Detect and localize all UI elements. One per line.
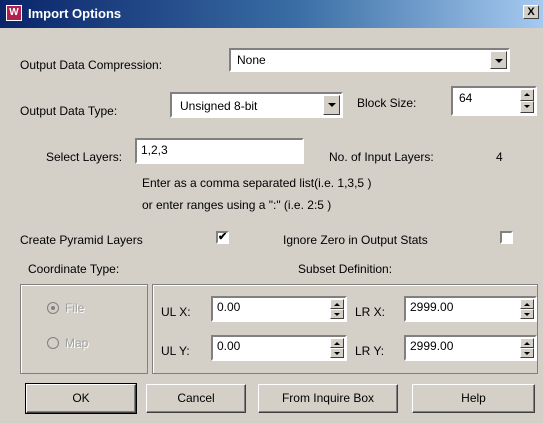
- ulx-value: 0.00: [217, 300, 241, 314]
- subset-definition-group: UL X: 0.00 LR X: 2999.00 UL Y: 0.00 LR Y…: [152, 284, 538, 374]
- pyramid-checkbox[interactable]: ✔: [216, 231, 229, 244]
- input-layers-label: No. of Input Layers:: [329, 150, 434, 164]
- lry-value: 2999.00: [410, 339, 454, 353]
- select-layers-label: Select Layers:: [46, 150, 123, 164]
- spin-down-icon[interactable]: [330, 348, 344, 358]
- app-icon: W: [6, 5, 22, 21]
- radio-file[interactable]: [47, 302, 59, 314]
- lrx-spin-buttons[interactable]: [520, 299, 534, 319]
- pyramid-label: Create Pyramid Layers: [20, 233, 143, 247]
- spin-up-icon[interactable]: [520, 89, 534, 101]
- compression-dropdown-icon[interactable]: [490, 51, 507, 69]
- uly-label: UL Y:: [161, 344, 190, 358]
- layers-hint-2: or enter ranges using a ":" (i.e. 2:5 ): [142, 198, 332, 212]
- spin-up-icon[interactable]: [520, 299, 534, 309]
- uly-value: 0.00: [217, 339, 241, 353]
- radio-file-label: File: [65, 301, 85, 315]
- data-type-value: Unsigned 8-bit: [180, 99, 258, 113]
- spin-up-icon[interactable]: [520, 338, 534, 348]
- compression-label: Output Data Compression:: [20, 58, 163, 72]
- ignore-zero-label: Ignore Zero in Output Stats: [283, 233, 428, 247]
- spin-up-icon[interactable]: [330, 338, 344, 348]
- data-type-dropdown-icon[interactable]: [323, 95, 340, 115]
- help-button[interactable]: Help: [412, 384, 535, 413]
- lry-label: LR Y:: [355, 344, 385, 358]
- block-size-spinner[interactable]: 64: [451, 86, 537, 116]
- cancel-button[interactable]: Cancel: [146, 384, 246, 413]
- spin-up-icon[interactable]: [330, 299, 344, 309]
- window-title: Import Options: [28, 6, 122, 21]
- subset-definition-label: Subset Definition:: [298, 262, 393, 276]
- uly-spinner[interactable]: 0.00: [211, 335, 347, 361]
- radio-map-label: Map: [65, 336, 89, 350]
- ok-button[interactable]: OK: [25, 383, 137, 414]
- lry-spin-buttons[interactable]: [520, 338, 534, 358]
- input-layers-count: 4: [496, 150, 503, 164]
- compression-select[interactable]: None: [229, 48, 510, 72]
- import-options-dialog: W Import Options X Output Data Compressi…: [0, 0, 543, 423]
- block-size-label: Block Size:: [357, 96, 417, 110]
- spin-down-icon[interactable]: [330, 309, 344, 319]
- select-layers-input[interactable]: 1,2,3: [135, 138, 304, 164]
- lrx-label: LR X:: [355, 305, 386, 319]
- select-layers-value: 1,2,3: [141, 143, 168, 157]
- ignore-zero-checkbox[interactable]: [500, 231, 513, 244]
- compression-value: None: [237, 53, 266, 67]
- uly-spin-buttons[interactable]: [330, 338, 344, 358]
- from-inquire-box-button[interactable]: From Inquire Box: [258, 384, 398, 413]
- block-size-value: 64: [459, 91, 473, 105]
- spin-down-icon[interactable]: [520, 101, 534, 113]
- data-type-select[interactable]: Unsigned 8-bit: [170, 92, 343, 118]
- check-mark-icon: ✔: [218, 231, 228, 243]
- lry-spinner[interactable]: 2999.00: [404, 335, 537, 361]
- coordinate-type-group: File Map: [20, 284, 148, 374]
- layers-hint-1: Enter as a comma separated list(i.e. 1,3…: [142, 176, 372, 190]
- lrx-spinner[interactable]: 2999.00: [404, 296, 537, 322]
- data-type-label: Output Data Type:: [20, 104, 118, 118]
- close-button[interactable]: X: [523, 5, 539, 19]
- ulx-label: UL X:: [161, 305, 191, 319]
- spin-down-icon[interactable]: [520, 309, 534, 319]
- radio-map[interactable]: [47, 337, 59, 349]
- coordinate-type-label: Coordinate Type:: [28, 262, 120, 276]
- title-bar[interactable]: W Import Options X: [0, 0, 543, 28]
- spin-down-icon[interactable]: [520, 348, 534, 358]
- lrx-value: 2999.00: [410, 300, 454, 314]
- ulx-spinner[interactable]: 0.00: [211, 296, 347, 322]
- ulx-spin-buttons[interactable]: [330, 299, 344, 319]
- block-size-spin-buttons[interactable]: [520, 89, 534, 113]
